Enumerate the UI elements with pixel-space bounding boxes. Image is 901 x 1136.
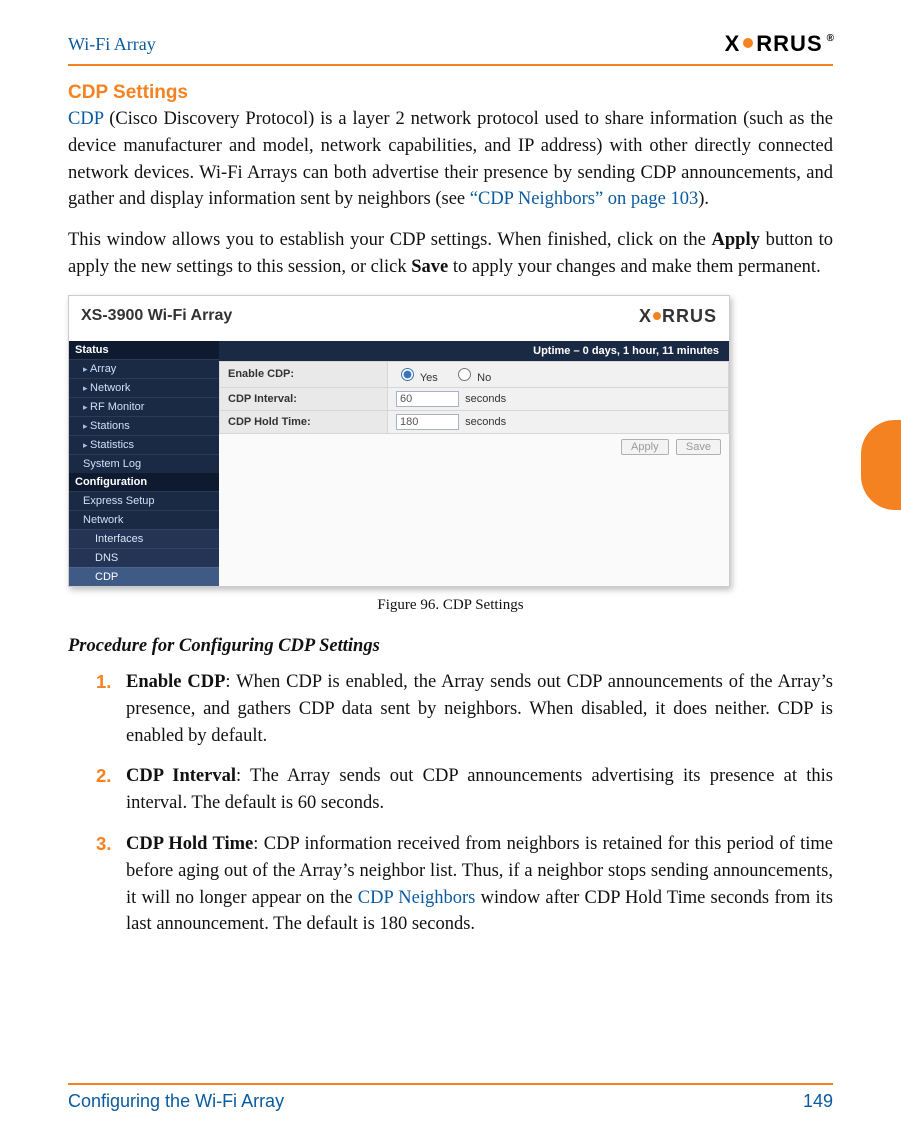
page-footer: Configuring the Wi-Fi Array 149 [68,1083,833,1112]
procedure-list: Enable CDP: When CDP is enabled, the Arr… [68,669,833,938]
page-number: 149 [803,1091,833,1112]
shot-brand-dot-icon [653,312,661,320]
radio-no-label: No [477,372,491,384]
nav-config-header: Configuration [69,473,219,491]
value-enable-cdp: Yes No [387,361,728,387]
unit-cdp-hold: seconds [465,416,506,428]
cdp-link[interactable]: CDP [68,109,103,129]
step-2: CDP Interval: The Array sends out CDP an… [96,763,833,817]
input-cdp-interval[interactable] [396,391,459,407]
window-title: XS-3900 Wi-Fi Array [81,307,232,325]
nav-item-network2[interactable]: Network [69,510,219,529]
radio-no-wrap[interactable]: No [453,372,491,384]
screenshot-buttons: Apply Save [219,434,729,463]
shot-brand-r: RRUS [662,306,717,327]
screenshot-brand: X RRUS [639,306,717,327]
page-header: Wi-Fi Array X RRUS ® [68,28,833,60]
nav-item-systemlog[interactable]: System Log [69,454,219,473]
footer-left: Configuring the Wi-Fi Array [68,1091,284,1112]
step-2-title: CDP Interval [126,766,236,786]
row-cdp-interval: CDP Interval: seconds [220,387,729,410]
section-heading: CDP Settings [68,82,833,104]
nav-item-array[interactable]: Array [69,359,219,378]
settings-table: Enable CDP: Yes No CDP Interval: [219,361,729,434]
nav-status-header: Status [69,341,219,359]
nav-item-express[interactable]: Express Setup [69,491,219,510]
row-cdp-hold: CDP Hold Time: seconds [220,410,729,433]
brand-dot-icon [743,38,753,48]
p2-a: This window allows you to establish your… [68,230,712,250]
screenshot-titlebar: XS-3900 Wi-Fi Array X RRUS [69,296,729,341]
footer-row: Configuring the Wi-Fi Array 149 [68,1091,833,1112]
header-rule [68,64,833,66]
save-button[interactable]: Save [676,439,721,455]
save-word: Save [411,257,448,277]
nav-sub-dns[interactable]: DNS [69,548,219,567]
nav-item-rfmonitor[interactable]: RF Monitor [69,397,219,416]
screenshot-main: Uptime – 0 days, 1 hour, 11 minutes Enab… [219,341,729,586]
intro-text-1a: (Cisco Discovery Protocol) is a layer 2 … [68,109,833,209]
shot-brand-x: X [639,306,652,327]
brand-logo: X RRUS ® [725,31,833,57]
nav-sidebar: Status Array Network RF Monitor Stations… [69,341,219,586]
cdp-neighbors-xref[interactable]: “CDP Neighbors” on page 103 [470,189,698,209]
radio-yes[interactable] [401,368,414,381]
nav-item-statistics[interactable]: Statistics [69,435,219,454]
radio-no[interactable] [458,368,471,381]
uptime-bar: Uptime – 0 days, 1 hour, 11 minutes [219,341,729,361]
nav-sub-interfaces[interactable]: Interfaces [69,529,219,548]
input-cdp-hold[interactable] [396,414,459,430]
registered-icon: ® [827,33,835,44]
page: Wi-Fi Array X RRUS ® CDP Settings CDP (C… [0,0,901,1136]
doc-title: Wi-Fi Array [68,34,156,55]
apply-button[interactable]: Apply [621,439,669,455]
step-3: CDP Hold Time: CDP information received … [96,831,833,938]
apply-word: Apply [712,230,760,250]
unit-cdp-interval: seconds [465,393,506,405]
value-cdp-interval: seconds [387,387,728,410]
footer-rule [68,1083,833,1085]
figure-caption: Figure 96. CDP Settings [68,597,833,614]
screenshot: XS-3900 Wi-Fi Array X RRUS Status Array … [68,295,730,587]
label-cdp-interval: CDP Interval: [220,387,388,410]
step-3-link[interactable]: CDP Neighbors [358,888,476,908]
step-1-text: : When CDP is enabled, the Array sends o… [126,672,833,746]
screenshot-body: Status Array Network RF Monitor Stations… [69,341,729,586]
step-3-title: CDP Hold Time [126,834,253,854]
p2-c: to apply your changes and make them perm… [448,257,820,277]
step-1: Enable CDP: When CDP is enabled, the Arr… [96,669,833,749]
intro-paragraph-2: This window allows you to establish your… [68,227,833,281]
label-enable-cdp: Enable CDP: [220,361,388,387]
value-cdp-hold: seconds [387,410,728,433]
label-cdp-hold: CDP Hold Time: [220,410,388,433]
step-1-title: Enable CDP [126,672,225,692]
intro-paragraph-1: CDP (Cisco Discovery Protocol) is a laye… [68,106,833,213]
radio-yes-label: Yes [420,372,438,384]
radio-yes-wrap[interactable]: Yes [396,372,438,384]
brand-letter-x: X [725,31,741,57]
row-enable-cdp: Enable CDP: Yes No [220,361,729,387]
nav-sub-cdp[interactable]: CDP [69,567,219,586]
figure-96: XS-3900 Wi-Fi Array X RRUS Status Array … [68,295,833,614]
procedure-heading: Procedure for Configuring CDP Settings [68,636,833,657]
nav-item-network[interactable]: Network [69,378,219,397]
brand-letters: RRUS [756,31,822,57]
thumb-tab [861,420,901,510]
nav-item-stations[interactable]: Stations [69,416,219,435]
intro-text-1b: ). [698,189,709,209]
